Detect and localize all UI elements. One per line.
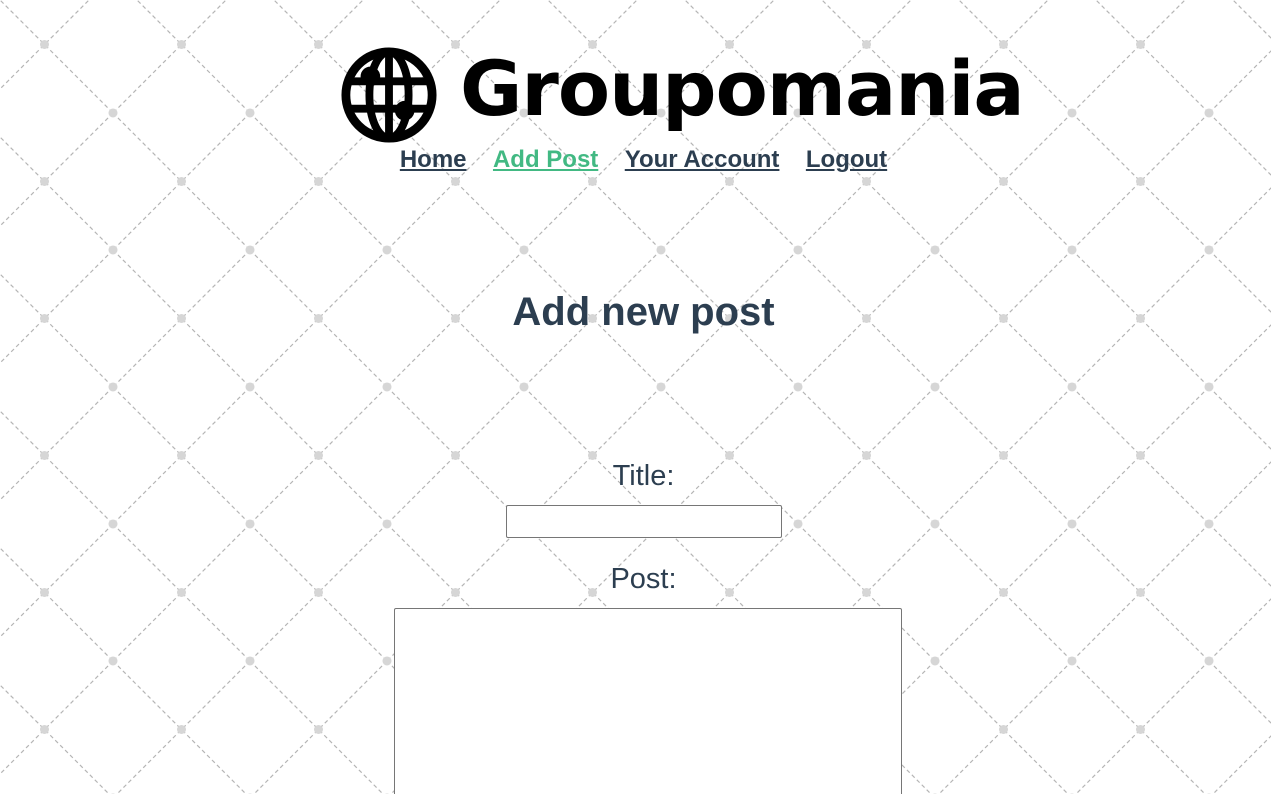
brand-logo[interactable]: Groupomania bbox=[340, 44, 1025, 145]
post-label: Post: bbox=[610, 563, 677, 595]
globe-icon bbox=[340, 46, 438, 144]
nav-link-your-account[interactable]: Your Account bbox=[625, 146, 780, 173]
brand-name: Groupomania bbox=[460, 44, 1025, 133]
title-input[interactable] bbox=[506, 505, 782, 538]
title-label: Title: bbox=[612, 460, 675, 492]
nav-link-add-post[interactable]: Add Post bbox=[493, 146, 598, 173]
page-title: Add new post bbox=[512, 290, 775, 334]
page-content: Groupomania Home Add Post Your Account L… bbox=[0, 0, 1271, 794]
nav-link-logout[interactable]: Logout bbox=[806, 146, 887, 173]
main-nav: Home Add Post Your Account Logout bbox=[0, 146, 1271, 174]
post-textarea[interactable] bbox=[394, 608, 902, 794]
nav-link-home[interactable]: Home bbox=[400, 146, 467, 173]
